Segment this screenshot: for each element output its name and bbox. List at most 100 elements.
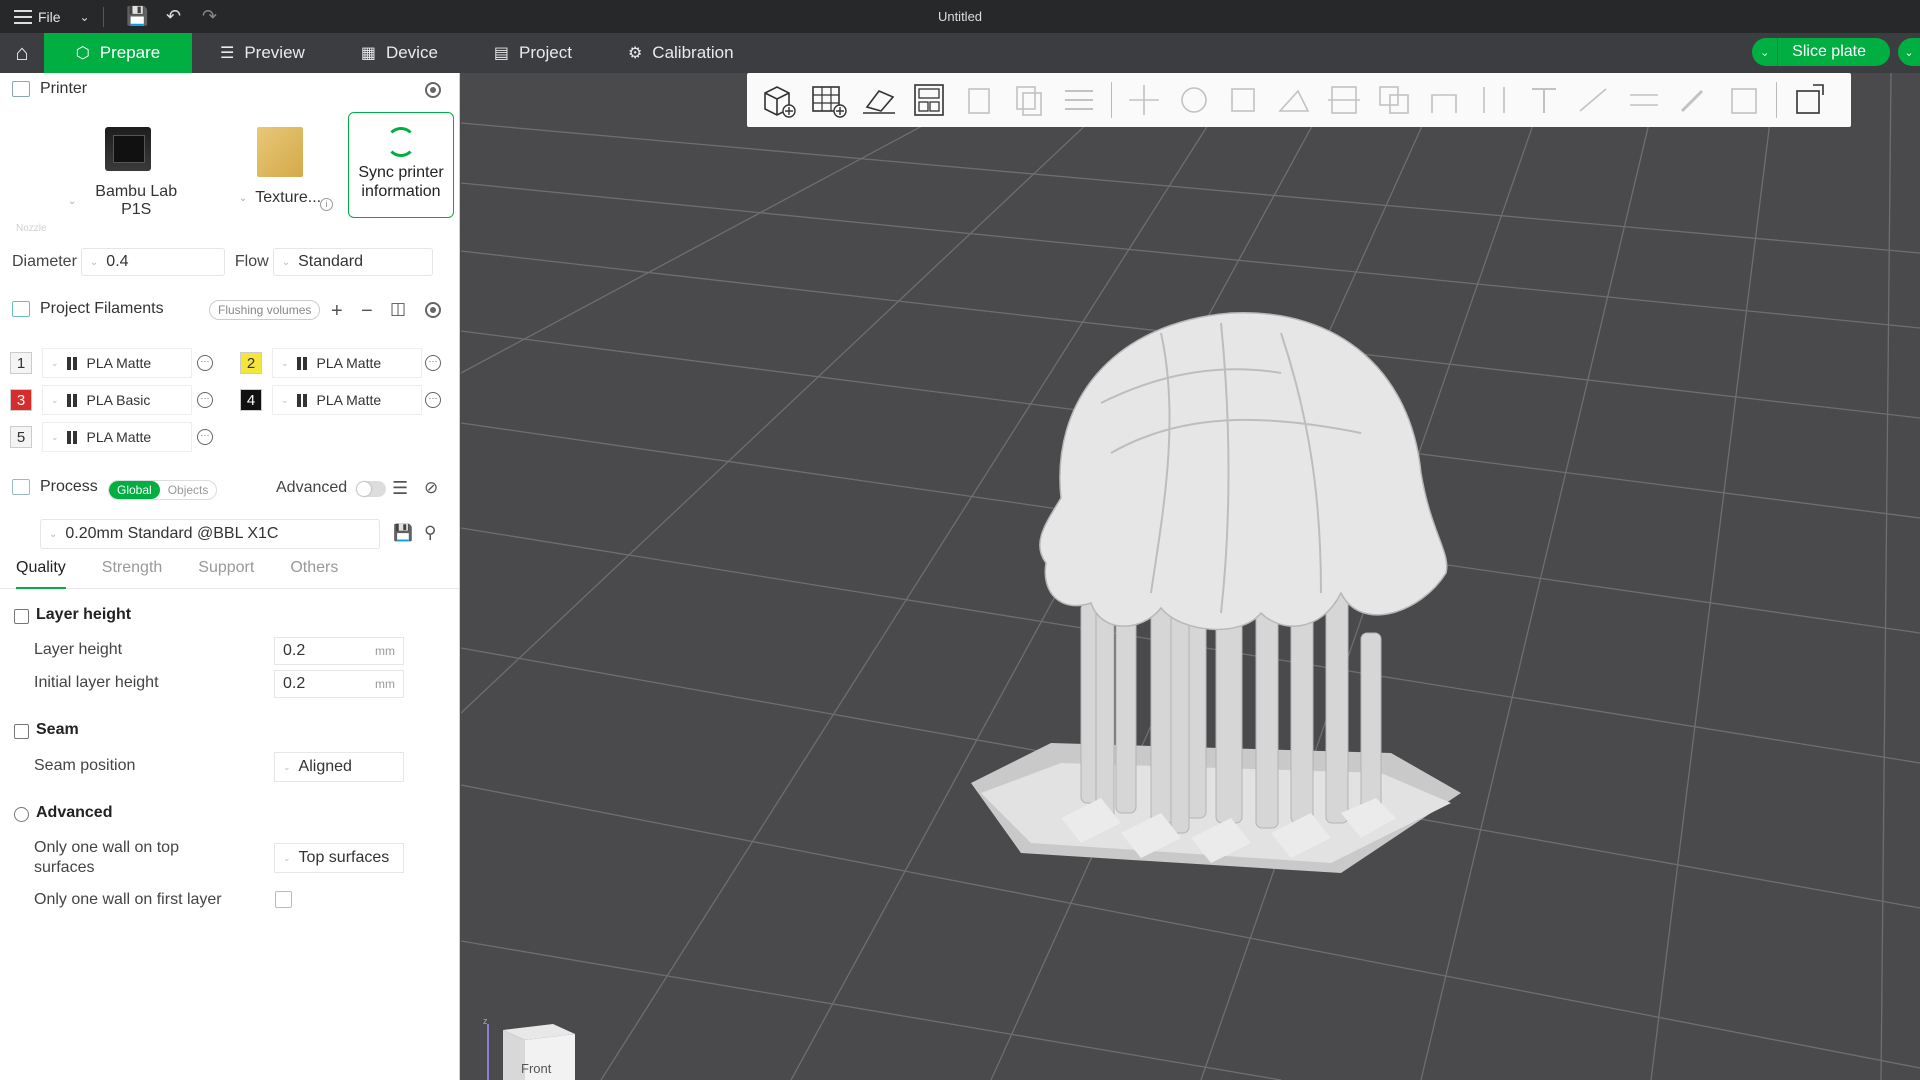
tab-preview[interactable]: ☰ Preview: [192, 33, 333, 73]
chevron-down-icon: ⌄: [51, 357, 59, 368]
chevron-down-icon[interactable]: ⌄: [73, 10, 97, 24]
move-tool[interactable]: [1120, 79, 1168, 121]
tab-calibration[interactable]: ⚙ Calibration: [600, 33, 762, 73]
boolean-tool[interactable]: [1370, 79, 1418, 121]
lay-on-face-tool[interactable]: [1270, 79, 1318, 121]
paint-tool[interactable]: [1670, 79, 1718, 121]
one-wall-top-select[interactable]: ⌄ Top surfaces: [274, 843, 404, 873]
tab-support[interactable]: Support: [198, 553, 254, 588]
filament-2-more-icon[interactable]: ···: [425, 355, 441, 371]
3d-viewport[interactable]: [461, 73, 1920, 1080]
printer-thumbnail: [105, 127, 151, 171]
layer-height-icon: [14, 609, 29, 624]
layers-icon: ☰: [220, 45, 235, 62]
process-preset-select[interactable]: ⌄ 0.20mm Standard @BBL X1C: [40, 519, 380, 549]
scale-tool[interactable]: [1220, 79, 1268, 121]
chevron-down-icon: ⌄: [51, 394, 59, 405]
printer-selector[interactable]: ⌄ Bambu Lab P1S: [68, 125, 188, 218]
scope-objects-button[interactable]: Objects: [160, 481, 217, 499]
spool-icon: [66, 356, 79, 370]
flow-select[interactable]: ⌄ Standard: [272, 248, 433, 276]
arrange-tool[interactable]: [905, 79, 953, 121]
cube-icon: ⬡: [75, 45, 90, 62]
tab-quality[interactable]: Quality: [16, 553, 66, 589]
sync-printer-button[interactable]: Sync printer information: [348, 112, 454, 218]
initial-layer-height-label: Initial layer height: [34, 674, 159, 691]
home-icon[interactable]: ⌂: [0, 33, 44, 73]
save-icon[interactable]: 💾: [120, 0, 156, 33]
filament-1-name: PLA Matte: [86, 355, 152, 371]
undo-icon[interactable]: ↶: [156, 0, 192, 33]
measure-icon: [1579, 88, 1607, 112]
flushing-volumes-button[interactable]: Flushing volumes: [209, 300, 321, 320]
tab-others[interactable]: Others: [290, 553, 338, 588]
tab-prepare[interactable]: ⬡ Prepare: [44, 33, 192, 73]
initial-layer-height-unit: mm: [375, 677, 395, 691]
slice-plate-button[interactable]: Slice plate: [1778, 38, 1890, 66]
initial-layer-height-input[interactable]: 0.2 mm: [274, 670, 404, 698]
assembly-tool[interactable]: [1620, 79, 1668, 121]
view-navigation-cube[interactable]: z Front: [483, 1016, 575, 1080]
seam-group-title: Seam: [36, 721, 79, 738]
move-icon: [1129, 85, 1159, 115]
list-icon[interactable]: ☰: [392, 478, 408, 498]
filament-2-select[interactable]: ⌄ PLA Matte: [272, 348, 422, 378]
text-tool[interactable]: [1520, 79, 1568, 121]
tab-project[interactable]: ▤ Project: [466, 33, 600, 73]
measure-tool[interactable]: [1570, 79, 1618, 121]
one-wall-first-checkbox[interactable]: [275, 891, 292, 908]
navcube-front-label: Front: [521, 1061, 552, 1076]
variable-height-tool[interactable]: [1720, 79, 1768, 121]
filament-1-select[interactable]: ⌄ PLA Matte: [42, 348, 192, 378]
redo-icon[interactable]: ↷: [192, 0, 228, 33]
save-preset-icon[interactable]: 💾: [393, 524, 413, 544]
filament-settings-gear-icon[interactable]: [425, 302, 441, 318]
filament-sync-icon[interactable]: ◫: [390, 299, 406, 319]
slice-dropdown-button[interactable]: ⌄: [1752, 38, 1779, 66]
assembly-icon: [1630, 94, 1658, 106]
seam-paint-tool[interactable]: [1470, 79, 1518, 121]
auto-orient-tool[interactable]: [855, 79, 903, 121]
tab-device[interactable]: ▦ Device: [333, 33, 466, 73]
one-wall-first-label: Only one wall on first layer: [34, 891, 222, 908]
file-menu-button[interactable]: File: [0, 9, 73, 25]
compare-icon[interactable]: ⊘: [424, 478, 438, 498]
split-tool[interactable]: [1785, 79, 1833, 121]
tab-strength[interactable]: Strength: [102, 553, 162, 588]
search-icon[interactable]: ⚲: [424, 523, 436, 543]
scope-global-button[interactable]: Global: [109, 481, 160, 499]
add-object-tool[interactable]: [755, 79, 803, 121]
filament-3-more-icon[interactable]: ···: [197, 392, 213, 408]
layers-tool[interactable]: [1055, 79, 1103, 121]
advanced-group-title: Advanced: [36, 804, 113, 821]
info-icon[interactable]: i: [320, 198, 333, 211]
seam-position-select[interactable]: ⌄ Aligned: [274, 752, 404, 782]
advanced-toggle[interactable]: [356, 481, 386, 497]
filament-5-select[interactable]: ⌄ PLA Matte: [42, 422, 192, 452]
support-paint-tool[interactable]: [1420, 79, 1468, 121]
copy-tool[interactable]: [1005, 79, 1053, 121]
diameter-select[interactable]: ⌄ 0.4: [80, 248, 225, 276]
scale-icon: [1231, 88, 1255, 112]
cut-icon: [1328, 86, 1360, 114]
printer-settings-gear-icon[interactable]: [425, 82, 441, 98]
layer-height-input[interactable]: 0.2 mm: [274, 637, 404, 665]
support-paint-icon: [1431, 94, 1457, 113]
filament-5-more-icon[interactable]: ···: [197, 429, 213, 445]
add-plate-tool[interactable]: [805, 79, 853, 121]
filament-1-more-icon[interactable]: ···: [197, 355, 213, 371]
add-filament-icon[interactable]: +: [331, 301, 343, 321]
filament-3-select[interactable]: ⌄ PLA Basic: [42, 385, 192, 415]
cut-tool[interactable]: [1320, 79, 1368, 121]
print-dropdown-button[interactable]: ⌄: [1898, 38, 1920, 66]
delete-tool[interactable]: [955, 79, 1003, 121]
filament-4-select[interactable]: ⌄ PLA Matte: [272, 385, 422, 415]
rotate-tool[interactable]: [1170, 79, 1218, 121]
process-preset-value: 0.20mm Standard @BBL X1C: [65, 525, 279, 542]
filament-4-more-icon[interactable]: ···: [425, 392, 441, 408]
spool-icon: [66, 393, 79, 407]
hamburger-icon: [14, 9, 32, 24]
plate-selector[interactable]: ⌄ Texture...: [230, 125, 330, 215]
layer-height-label: Layer height: [34, 641, 123, 658]
remove-filament-icon[interactable]: −: [361, 301, 373, 321]
